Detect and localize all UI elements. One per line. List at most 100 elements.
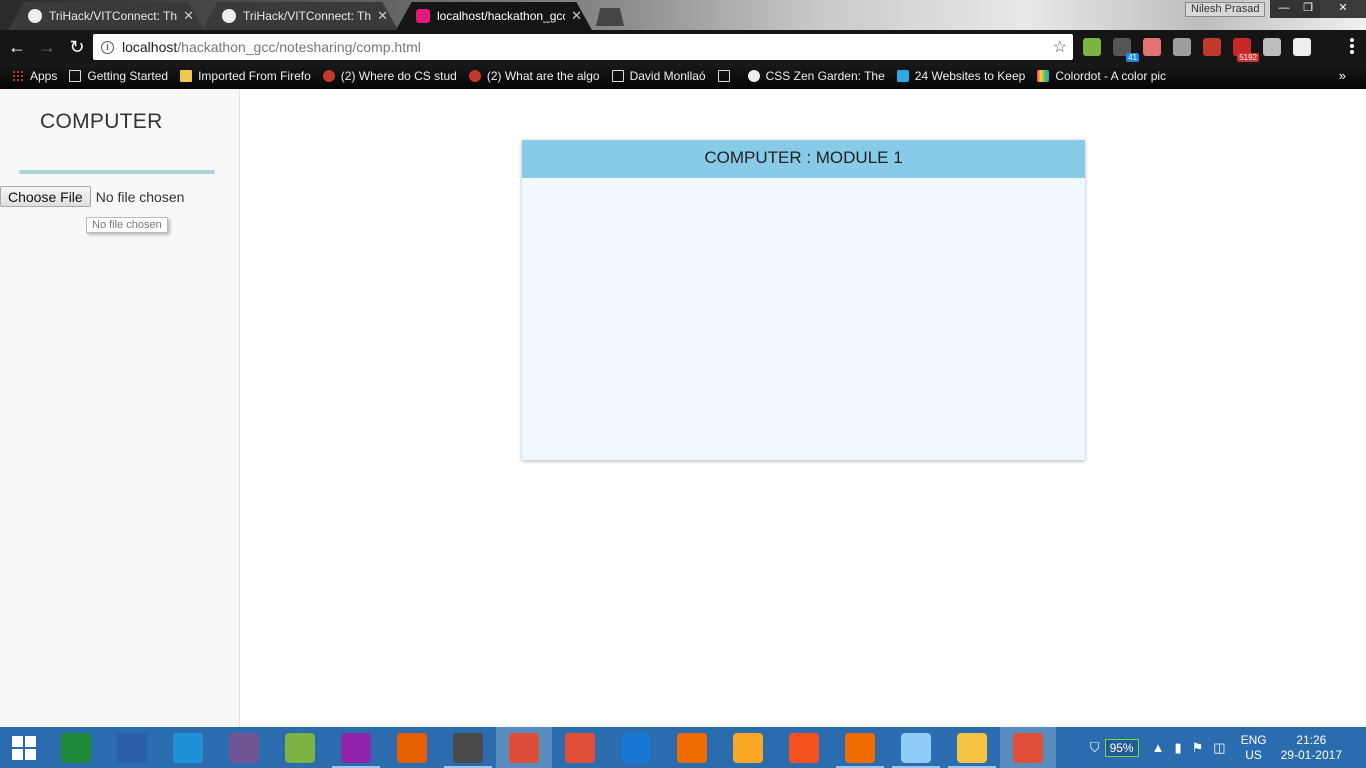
pocket-ext-icon[interactable] [1293,38,1311,56]
virtualbox-icon [621,732,651,763]
info-icon[interactable]: i [101,40,114,54]
taskbar-app-button[interactable] [720,727,776,768]
store-icon [61,732,91,763]
bookmark-item[interactable]: 24 Websites to Keep [891,69,1032,83]
sync-app-icon [173,732,203,763]
circle-ext-icon[interactable] [1173,38,1191,56]
bookmark-star-icon[interactable]: ☆ [1053,37,1067,57]
choose-file-button[interactable]: Choose File [0,186,91,207]
address-bar[interactable]: i localhost/hackathon_gcc/notesharing/co… [93,34,1073,60]
start-button[interactable] [0,727,48,768]
site-favicon-icon [322,70,335,82]
github-desktop-icon [229,732,259,763]
chrome-icon [509,732,539,763]
tab-title: TriHack/VITConnect: This [49,9,178,23]
extensions-area: 41 5192 [1083,34,1311,62]
taskbar-app-button[interactable] [944,727,1000,768]
file-status-text: No file chosen [95,188,185,205]
taskbar-app-button[interactable] [328,727,384,768]
chrome-menu-button[interactable] [1350,38,1354,54]
extension-badge: 41 [1126,53,1139,62]
taskbar-app-button[interactable] [832,727,888,768]
back-button[interactable]: ← [4,34,30,60]
module-card-header: COMPUTER : MODULE 1 [522,140,1085,178]
close-icon[interactable]: ✕ [377,8,388,24]
extension-badge: 5192 [1237,53,1259,62]
git-icon [1013,732,1043,763]
clock-time: 21:26 [1296,732,1327,747]
bulb-icon[interactable] [1263,38,1281,56]
bookmark-label: Imported From Firefo [198,69,311,83]
tab-trihack-2[interactable]: TriHack/VITConnect: This ✕ [202,2,398,30]
site-favicon-icon [1037,70,1050,82]
taskbar-app-button[interactable] [440,727,496,768]
window-close-button[interactable]: ✕ [1320,0,1366,18]
bookmark-item[interactable]: Apps [6,69,63,83]
reload-button[interactable]: ↻ [64,34,90,60]
taskbar-app-button[interactable] [216,727,272,768]
tab-localhost[interactable]: localhost/hackathon_gcc ✕ [396,2,592,30]
bookmark-item[interactable]: Imported From Firefo [174,69,317,83]
signal-icon[interactable]: ▮ [1174,740,1181,756]
windows-logo-icon [12,735,36,760]
tab-strip: TriHack/VITConnect: This ✕ TriHack/VITCo… [0,0,1366,30]
todoist-icon[interactable] [1083,38,1101,56]
restore-button[interactable]: ❐ [1294,0,1322,18]
taskbar-app-button[interactable] [888,727,944,768]
clock[interactable]: 21:26 29-01-2017 [1281,733,1342,763]
bookmark-label: Apps [30,69,58,83]
google-voice-icon[interactable]: 41 [1113,38,1139,62]
git-kraken-icon [565,732,595,763]
apps-grid-icon [12,70,24,82]
volume-icon[interactable]: ◫ [1213,740,1225,756]
shield-icon[interactable]: ⛉ [1090,740,1100,756]
notes-pin-icon [733,732,763,763]
taskbar-app-button[interactable] [384,727,440,768]
taskbar-app-button[interactable] [608,727,664,768]
taskbar-app-button[interactable] [104,727,160,768]
taskbar-app-button[interactable] [160,727,216,768]
bookmark-item[interactable] [712,70,742,82]
notepad-icon [901,732,931,763]
tab-title: localhost/hackathon_gcc [437,9,566,23]
bookmark-item[interactable]: Getting Started [63,69,174,83]
taskbar-app-button[interactable] [1000,727,1056,768]
folder-icon [180,70,193,82]
taskbar-app-button[interactable] [48,727,104,768]
language-indicator[interactable]: ENG US [1241,733,1267,763]
file-explorer-icon [957,732,987,763]
taskbar-app-button[interactable] [496,727,552,768]
close-icon[interactable]: ✕ [571,8,582,24]
bookmark-item[interactable]: David Monllaó [606,69,712,83]
taskbar-app-button[interactable] [552,727,608,768]
taskbar-app-button[interactable] [776,727,832,768]
file-upload: Choose File No file chosen [0,186,184,207]
taskbar-app-button[interactable] [664,727,720,768]
forward-button[interactable]: → [34,34,60,60]
github-icon [222,9,236,23]
battery-indicator[interactable]: 95% [1104,738,1139,757]
page-icon [717,70,730,82]
close-icon[interactable]: ✕ [183,8,194,24]
bookmark-item[interactable]: CSS Zen Garden: The [742,69,891,83]
bookmark-item[interactable]: (2) Where do CS stud [317,69,463,83]
new-tab-button[interactable] [596,8,624,26]
github-icon [28,9,42,23]
tooltip: No file chosen [86,217,168,233]
gmail-ext-icon[interactable]: 5192 [1233,38,1259,62]
taskbar-app-button[interactable] [272,727,328,768]
sidebar: COMPUTER Choose File No file chosen No f… [0,89,240,727]
pill-icon[interactable] [1143,38,1161,56]
page-favicon-icon [416,9,430,23]
profile-button[interactable]: Nilesh Prasad [1185,2,1266,17]
bookmarks-bar: Apps Getting Started Imported From Firefo (… [0,63,1366,89]
bookmark-item[interactable]: (2) What are the algo [463,69,606,83]
tab-trihack-1[interactable]: TriHack/VITConnect: This ✕ [8,2,204,30]
bookmark-item[interactable]: Colordot - A color pic [1031,69,1172,83]
show-hidden-icons-icon[interactable]: ▲ [1152,740,1165,755]
site-favicon-icon [896,70,909,82]
flag-icon[interactable]: ⚑ [1192,740,1204,756]
bookmark-label: Getting Started [87,69,169,83]
bookmarks-overflow-button[interactable]: » [1339,68,1346,83]
trello-ext-icon[interactable] [1203,38,1221,56]
